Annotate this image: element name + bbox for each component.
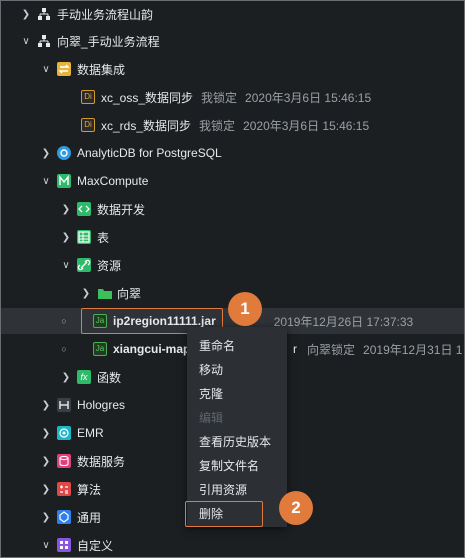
- tree-node-custom[interactable]: ∨ 自定义: [1, 532, 464, 558]
- folder-icon: [97, 286, 112, 300]
- tree-node-sync-oss[interactable]: Di xc_oss_数据同步 我锁定 2020年3月6日 15:46:15: [1, 84, 464, 110]
- tree-node-label: 资源: [97, 258, 122, 273]
- tree-node-label: 向翠_手动业务流程: [57, 34, 160, 49]
- tree-node-table[interactable]: ❯ 表: [1, 224, 464, 250]
- bullet-icon: ○: [61, 344, 67, 354]
- modified-time: 2020年3月6日 15:46:15: [243, 118, 370, 133]
- context-menu: 重命名 移动 克隆 编辑 查看历史版本 复制文件名 引用资源 删除: [187, 327, 287, 527]
- bullet-icon: ○: [61, 316, 67, 326]
- chevron-down-icon[interactable]: ∨: [19, 36, 33, 47]
- tree-node-workflow-1[interactable]: ❯ 手动业务流程山韵: [1, 1, 464, 27]
- emr-icon: [57, 426, 71, 440]
- data-service-icon: [57, 454, 71, 468]
- tree-node-label: 数据集成: [77, 62, 126, 77]
- tree-node-label: 函数: [97, 370, 122, 385]
- chevron-right-icon[interactable]: ❯: [39, 484, 53, 495]
- data-integration-file-icon: Di: [81, 118, 95, 132]
- tree-node-label: EMR: [77, 426, 104, 440]
- chevron-down-icon[interactable]: ∨: [39, 540, 53, 551]
- function-icon: fx: [77, 370, 91, 384]
- callout-step-1: 1: [228, 292, 262, 326]
- chevron-right-icon[interactable]: ❯: [59, 204, 73, 215]
- tree-node-label: xiangcui-mapr: [113, 342, 196, 356]
- modified-time: 2020年3月6日 15:46:15: [245, 90, 372, 105]
- tree-node-label: MaxCompute: [77, 174, 149, 188]
- algorithm-icon: [57, 482, 71, 496]
- lock-status: 向翠锁定: [307, 342, 356, 357]
- table-icon: [77, 230, 91, 244]
- menu-item-copy-filename[interactable]: 复制文件名: [199, 457, 259, 474]
- workflow-icon: [37, 34, 51, 48]
- analyticdb-icon: [57, 146, 71, 160]
- tree-node-data-integration[interactable]: ∨ 数据集成: [1, 56, 464, 82]
- code-icon: [77, 202, 91, 216]
- tree-node-label: xc_rds_数据同步: [101, 118, 192, 133]
- chevron-right-icon[interactable]: ❯: [79, 288, 93, 299]
- lock-status: 我锁定: [199, 118, 236, 133]
- menu-item-rename[interactable]: 重命名: [199, 337, 235, 354]
- link-icon: [77, 258, 91, 272]
- chevron-right-icon[interactable]: ❯: [59, 232, 73, 243]
- chevron-right-icon[interactable]: ❯: [39, 148, 53, 159]
- tree-node-label: Hologres: [77, 398, 126, 412]
- jar-file-icon: Ja: [93, 342, 107, 356]
- chevron-down-icon[interactable]: ∨: [59, 260, 73, 271]
- menu-item-clone[interactable]: 克隆: [199, 385, 223, 402]
- chevron-down-icon[interactable]: ∨: [39, 176, 53, 187]
- menu-item-reference-resource[interactable]: 引用资源: [199, 481, 247, 498]
- tree-node-label: 通用: [77, 510, 102, 525]
- data-integration-icon: [57, 62, 71, 76]
- data-integration-file-icon: Di: [81, 90, 95, 104]
- workflow-icon: [37, 7, 51, 21]
- hologres-icon: [57, 398, 71, 412]
- tree-node-label: 数据开发: [97, 202, 146, 217]
- tree-node-sync-rds[interactable]: Di xc_rds_数据同步 我锁定 2020年3月6日 15:46:15: [1, 112, 464, 138]
- tree-node-label: 手动业务流程山韵: [57, 7, 154, 22]
- tree-node-resources[interactable]: ∨ 资源: [1, 252, 464, 278]
- maxcompute-icon: [57, 174, 71, 188]
- tree-node-label: 算法: [77, 482, 102, 497]
- callout-step-2: 2: [279, 491, 313, 525]
- custom-icon: [57, 538, 71, 552]
- chevron-right-icon[interactable]: ❯: [19, 9, 33, 20]
- modified-time: 2019年12月26日 17:37:33: [273, 314, 414, 329]
- modified-time: 2019年12月31日 1: [363, 342, 463, 357]
- menu-item-move[interactable]: 移动: [199, 361, 223, 378]
- chevron-right-icon[interactable]: ❯: [39, 400, 53, 411]
- chevron-right-icon[interactable]: ❯: [39, 512, 53, 523]
- tree-node-maxcompute[interactable]: ∨ MaxCompute: [1, 168, 464, 194]
- tree-node-label: xc_oss_数据同步: [101, 90, 194, 105]
- tree-node-data-development[interactable]: ❯ 数据开发: [1, 196, 464, 222]
- tree-node-label: 数据服务: [77, 454, 126, 469]
- workflow-tree-panel: ❯ 手动业务流程山韵 ∨ 向翠_手动业务流程 ∨ 数据集成 Di xc_oss_…: [0, 0, 465, 558]
- tree-node-label: 自定义: [77, 538, 114, 553]
- tree-node-label: 表: [97, 230, 110, 245]
- general-icon: [57, 510, 71, 524]
- chevron-right-icon[interactable]: ❯: [59, 372, 73, 383]
- highlight-box-delete: [185, 501, 263, 527]
- menu-item-disabled: 编辑: [199, 411, 224, 425]
- tree-node-analyticdb[interactable]: ❯ AnalyticDB for PostgreSQL: [1, 140, 464, 166]
- tree-node-label-suffix: r: [293, 342, 298, 356]
- tree-node-label: AnalyticDB for PostgreSQL: [77, 146, 222, 160]
- chevron-right-icon[interactable]: ❯: [39, 428, 53, 439]
- lock-status: 我锁定: [201, 90, 238, 105]
- menu-item-view-history[interactable]: 查看历史版本: [199, 433, 271, 450]
- tree-node-label: 向翠: [117, 286, 142, 301]
- tree-node-workflow-2[interactable]: ∨ 向翠_手动业务流程: [1, 28, 464, 54]
- chevron-down-icon[interactable]: ∨: [39, 64, 53, 75]
- chevron-right-icon[interactable]: ❯: [39, 456, 53, 467]
